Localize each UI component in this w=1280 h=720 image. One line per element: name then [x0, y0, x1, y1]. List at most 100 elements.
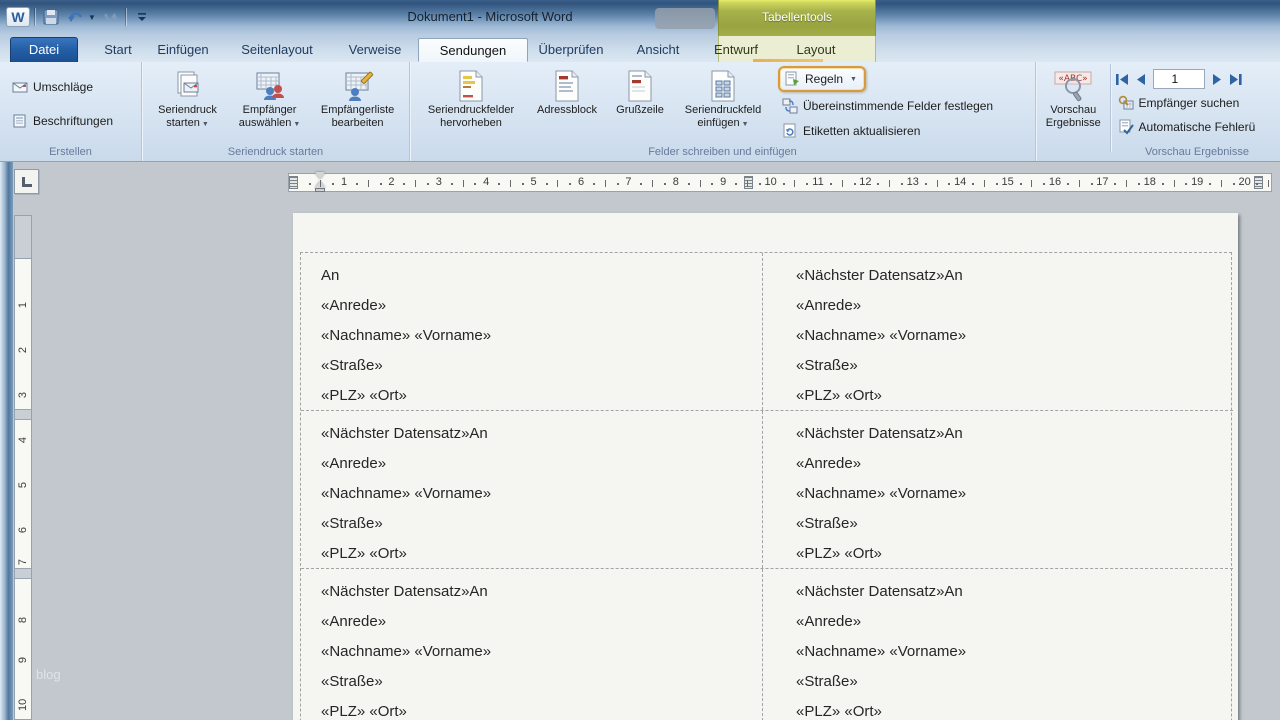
customize-quick-access-icon[interactable] [132, 7, 152, 27]
first-record-icon[interactable] [1116, 74, 1129, 85]
tab-stop-selector[interactable] [14, 169, 39, 194]
ruler-tick [1114, 183, 1116, 185]
btn-line: auswählen [239, 117, 292, 129]
merge-cell-left[interactable]: «Nächster Datensatz»An«Anrede»«Nachname»… [301, 411, 763, 568]
merge-cell-right[interactable]: «Nächster Datensatz»An«Anrede»«Nachname»… [763, 411, 1233, 568]
ruler-tick [842, 180, 843, 187]
ruler-tick [617, 183, 619, 185]
btn-line: Grußzeile [616, 104, 664, 116]
document-page[interactable]: An«Anrede»«Nachname» «Vorname»«Straße»«P… [293, 213, 1238, 720]
table-column-marker[interactable] [1254, 176, 1263, 189]
seriendruck-starten-button[interactable]: Seriendruck starten▼ [144, 64, 231, 146]
ruler-tick [368, 180, 369, 187]
beschriftungen-button[interactable]: Beschriftungen [8, 111, 141, 131]
tab-einfügen[interactable]: Einfügen [150, 38, 216, 62]
btn-line: Seriendruckfeld [685, 104, 761, 116]
seriendruckfelder-hervorheben-button[interactable]: Seriendruckfelder hervorheben [414, 64, 528, 146]
adressblock-button[interactable]: Adressblock [528, 64, 606, 146]
ruler-tick [427, 183, 429, 185]
last-record-icon[interactable] [1229, 74, 1242, 85]
next-record-icon[interactable] [1212, 74, 1222, 85]
ruler-tick [889, 180, 890, 187]
ruler-number: 7 [17, 556, 29, 568]
ruler-tick [510, 180, 511, 187]
merge-cell-left[interactable]: «Nächster Datensatz»An«Anrede»«Nachname»… [301, 569, 763, 720]
tab-überprüfen[interactable]: Überprüfen [528, 38, 614, 62]
merge-field-line: «Nächster Datensatz»An [763, 261, 1233, 291]
ruler-tick [498, 183, 500, 185]
tab-ansicht[interactable]: Ansicht [624, 38, 692, 62]
rules-icon [784, 71, 800, 87]
seriendruckfeld-einfuegen-button[interactable]: Seriendruckfeld einfügen▼ [674, 64, 772, 146]
previous-record-icon[interactable] [1136, 74, 1146, 85]
ruler-tick [463, 180, 464, 187]
ruler-tick [1256, 183, 1258, 185]
merge-field-line: «Anrede» [301, 607, 762, 637]
empfaenger-auswaehlen-button[interactable]: Empfänger auswählen▼ [231, 64, 308, 146]
tab-sendungen[interactable]: Sendungen [418, 38, 528, 62]
group-inner-divider [1110, 64, 1111, 152]
umschlaege-button[interactable]: Umschläge [8, 77, 141, 97]
dropdown-caret-icon: ▼ [742, 121, 749, 128]
automatische-fehlerueberpruefung-button[interactable]: Automatische Fehlerü [1114, 116, 1280, 138]
undo-dropdown-icon[interactable]: ▼ [88, 13, 96, 22]
tab-start[interactable]: Start [90, 38, 146, 62]
merge-cell-right[interactable]: «Nächster Datensatz»An«Anrede»«Nachname»… [763, 569, 1233, 720]
ruler-tick [451, 183, 453, 185]
select-recipients-icon [253, 68, 287, 104]
tab-layout[interactable]: Layout [786, 38, 846, 62]
ruler-number: 3 [17, 389, 29, 401]
tab-seitenlayout[interactable]: Seitenlayout [228, 38, 326, 62]
ruler-tick [546, 183, 548, 185]
merge-field-line: «Nachname» «Vorname» [301, 637, 762, 667]
grusszeile-button[interactable]: Grußzeile [606, 64, 674, 146]
edit-recipient-list-icon [341, 68, 375, 104]
ruler-tick [1079, 180, 1080, 187]
regeln-button[interactable]: Regeln ▼ [778, 66, 866, 92]
merge-cell-left[interactable]: An«Anrede»«Nachname» «Vorname»«Straße»«P… [301, 253, 763, 410]
ruler-tick [794, 180, 795, 187]
merge-field-line: «Nachname» «Vorname» [301, 479, 762, 509]
table-tools-label: Tabellentools [762, 10, 832, 24]
group-label-felder: Felder schreiben und einfügen [410, 146, 1035, 158]
ruler-tick [1126, 180, 1127, 187]
merge-field-line: «Nachname» «Vorname» [763, 479, 1233, 509]
window-title: Dokument1 - Microsoft Word [300, 9, 680, 24]
ruler-number: 17 [1096, 176, 1108, 188]
save-icon[interactable] [41, 7, 61, 27]
empfaenger-suchen-button[interactable]: Empfänger suchen [1114, 92, 1280, 114]
tab-entwurf[interactable]: Entwurf [706, 38, 766, 62]
ruler-tick [972, 183, 974, 185]
ruler-tick [664, 183, 666, 185]
tab-datei[interactable]: Datei [10, 37, 78, 62]
empfaengerliste-bearbeiten-button[interactable]: Empfängerliste bearbeiten [308, 64, 407, 146]
ruler-tick [984, 180, 985, 187]
redo-icon[interactable] [101, 7, 121, 27]
ruler-tick [948, 183, 950, 185]
etiketten-aktualisieren-button[interactable]: Etiketten aktualisieren [778, 120, 997, 142]
envelope-icon [12, 79, 28, 95]
ruler-number: 3 [436, 176, 442, 188]
merge-cell-right[interactable]: «Nächster Datensatz»An«Anrede»«Nachname»… [763, 253, 1233, 410]
merge-field-line: «PLZ» «Ort» [301, 539, 762, 569]
word-logo-icon[interactable]: W [6, 7, 30, 27]
ruler-tick [1043, 183, 1045, 185]
tab-verweise[interactable]: Verweise [338, 38, 412, 62]
vorschau-ergebnisse-button[interactable]: «ABC» Vorschau Ergebnisse [1040, 64, 1107, 146]
horizontal-ruler[interactable]: 1234567891011121314151617181920 [288, 173, 1272, 192]
ruler-number: 10 [17, 699, 29, 711]
empfaenger-suchen-label: Empfänger suchen [1139, 96, 1240, 110]
uebereinstimmende-felder-button[interactable]: Übereinstimmende Felder festlegen [778, 95, 997, 117]
merge-field-line: «Straße» [301, 509, 762, 539]
btn-line: Ergebnisse [1046, 117, 1101, 129]
record-number-input[interactable]: 1 [1153, 69, 1205, 89]
table-column-marker[interactable] [289, 176, 298, 189]
table-column-marker[interactable] [744, 176, 753, 189]
group-felder: Seriendruckfelder hervorheben Adressbloc… [410, 62, 1036, 161]
vertical-ruler[interactable]: 12345678910 [14, 215, 32, 720]
ruler-number: 18 [1144, 176, 1156, 188]
ruler-tick [830, 183, 832, 185]
dropdown-caret-icon: ▼ [293, 121, 300, 128]
undo-icon[interactable] [66, 7, 86, 27]
ruler-number: 1 [341, 176, 347, 188]
